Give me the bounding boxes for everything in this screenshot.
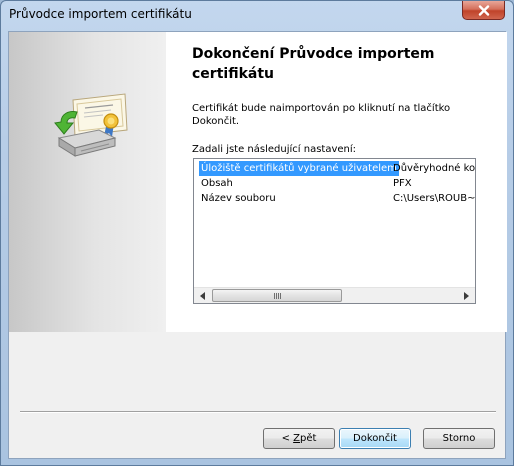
back-button-label: pět [300, 433, 317, 444]
back-button-accelerator: Z [293, 433, 300, 444]
triangle-left-icon [199, 292, 205, 300]
settings-label: Zadali jste následující nastavení: [192, 144, 357, 155]
settings-list[interactable]: Úložiště certifikátů vybrané uživatelem … [193, 158, 476, 304]
page-title: Dokončení Průvodce importem certifikátu [192, 46, 435, 82]
cancel-button[interactable]: Storno [423, 428, 495, 449]
setting-value: PFX [393, 178, 412, 189]
setting-value: Důvěryhodné koř [393, 163, 476, 174]
close-icon [478, 4, 489, 16]
wizard-window: Průvodce importem certifikátu Dokončení … [0, 0, 514, 466]
back-button[interactable]: < Zpět [263, 428, 335, 449]
page-description: Certifikát bude naimportován po kliknutí… [192, 103, 451, 127]
close-button[interactable] [462, 1, 505, 20]
triangle-right-icon [463, 292, 469, 300]
certificate-import-icon [54, 93, 128, 157]
window-title: Průvodce importem certifikátu [9, 7, 192, 21]
wizard-side-panel [9, 32, 166, 332]
scroll-right-button[interactable] [458, 288, 475, 303]
scroll-thumb[interactable] [212, 289, 342, 302]
back-button-prefix: < [281, 433, 294, 444]
settings-row[interactable]: Úložiště certifikátů vybrané uživatelem … [197, 161, 476, 176]
grip-icon [273, 292, 281, 299]
wizard-content: Dokončení Průvodce importem certifikátu … [8, 31, 507, 459]
scroll-left-button[interactable] [194, 288, 211, 303]
button-separator [20, 411, 496, 413]
setting-name: Obsah [201, 178, 233, 189]
finish-button[interactable]: Dokončit [339, 428, 411, 449]
setting-name: Úložiště certifikátů vybrané uživatelem [199, 161, 399, 176]
horizontal-scrollbar[interactable] [194, 287, 475, 303]
setting-value: C:\Users\ROUB~ [393, 193, 476, 204]
setting-name: Název souboru [201, 193, 276, 204]
title-bar[interactable]: Průvodce importem certifikátu [1, 1, 513, 31]
settings-row[interactable]: Obsah PFX [197, 176, 473, 191]
wizard-main-panel: Dokončení Průvodce importem certifikátu … [166, 32, 507, 332]
settings-row[interactable]: Název souboru C:\Users\ROUB~ [197, 191, 476, 206]
